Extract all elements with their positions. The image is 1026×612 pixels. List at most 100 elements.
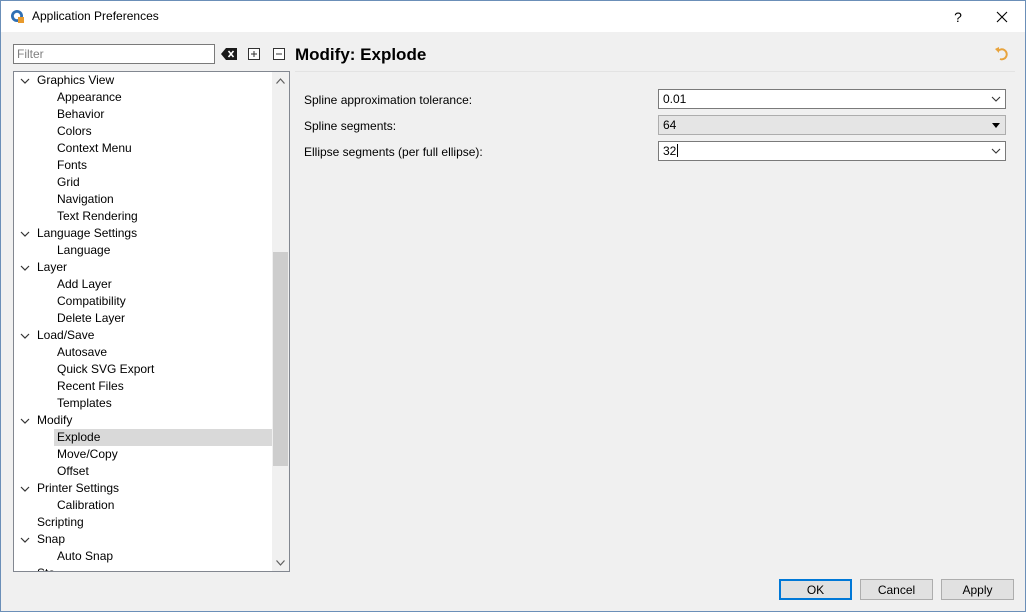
tree-category[interactable]: Modify xyxy=(14,412,273,429)
expand-chevron-icon[interactable] xyxy=(20,331,30,341)
scroll-up-button[interactable] xyxy=(272,72,289,89)
tree-item-label: Modify xyxy=(37,413,73,427)
reset-icon[interactable] xyxy=(994,46,1010,62)
tree-item-label: Delete Layer xyxy=(57,311,126,325)
expand-all-button[interactable] xyxy=(245,45,263,63)
window-title: Application Preferences xyxy=(32,9,159,23)
tree-item-label: Fonts xyxy=(57,158,88,172)
tree-item[interactable]: Text Rendering xyxy=(14,208,273,225)
spline-segments-label: Spline segments: xyxy=(304,119,397,133)
tree-item[interactable]: Templates xyxy=(14,395,273,412)
tree-item-label: Text Rendering xyxy=(57,209,138,223)
tree-item[interactable]: Appearance xyxy=(14,89,273,106)
tree-item[interactable]: Quick SVG Export xyxy=(14,361,273,378)
tree-item-label: Calibration xyxy=(57,498,115,512)
tree-item[interactable]: Move/Copy xyxy=(14,446,273,463)
tree-item[interactable]: Offset xyxy=(14,463,273,480)
spline-tolerance-value: 0.01 xyxy=(663,92,687,106)
clear-filter-icon xyxy=(221,48,237,60)
tree-item-label: Recent Files xyxy=(57,379,124,393)
preferences-window: Application Preferences ? Graphics View A… xyxy=(0,0,1026,612)
tree-item[interactable]: Explode xyxy=(14,429,273,446)
tree-category[interactable]: Scripting xyxy=(14,514,273,531)
title-bar: Application Preferences ? xyxy=(1,1,1025,32)
tree-category[interactable]: Sta xyxy=(14,565,273,571)
tree-item-label: Explode xyxy=(57,430,101,444)
cancel-button[interactable]: Cancel xyxy=(860,579,933,600)
tree-item[interactable]: Behavior xyxy=(14,106,273,123)
close-icon xyxy=(996,11,1008,22)
expand-chevron-icon[interactable] xyxy=(20,484,30,494)
help-button[interactable]: ? xyxy=(935,1,981,32)
tree-item[interactable]: Fonts xyxy=(14,157,273,174)
scroll-down-button[interactable] xyxy=(272,554,289,571)
tree-item-label: Navigation xyxy=(57,192,114,206)
title-separator xyxy=(295,71,1015,72)
tree-item[interactable]: Delete Layer xyxy=(14,310,273,327)
tree-item[interactable]: Add Layer xyxy=(14,276,273,293)
apply-button[interactable]: Apply xyxy=(941,579,1014,600)
clear-filter-button[interactable] xyxy=(220,45,238,63)
tree-item-label: Templates xyxy=(57,396,112,410)
expand-all-icon xyxy=(248,48,260,60)
spline-segments-combo[interactable]: 64 xyxy=(658,115,1006,135)
ellipse-segments-value: 32 xyxy=(663,144,677,158)
expand-chevron-icon[interactable] xyxy=(20,535,30,545)
tree-item-label: Colors xyxy=(57,124,92,138)
chevron-up-icon xyxy=(276,77,285,84)
ellipse-segments-label: Ellipse segments (per full ellipse): xyxy=(304,145,483,159)
tree-item-label: Language xyxy=(57,243,111,257)
ok-button[interactable]: OK xyxy=(779,579,852,600)
chevron-down-icon xyxy=(991,96,1001,102)
tree-item-label: Sta xyxy=(37,565,55,571)
tree-item[interactable]: Grid xyxy=(14,174,273,191)
tree-item-label: Appearance xyxy=(57,90,122,104)
preferences-tree[interactable]: Graphics View Appearance Behavior Colors Con… xyxy=(13,71,290,572)
expand-chevron-icon[interactable] xyxy=(20,416,30,426)
tree-item-label: Load/Save xyxy=(37,328,95,342)
app-logo-icon xyxy=(11,10,24,23)
tree-item-label: Move/Copy xyxy=(57,447,118,461)
tree-item[interactable]: Context Menu xyxy=(14,140,273,157)
expand-chevron-icon[interactable] xyxy=(20,263,30,273)
tree-item-label: Compatibility xyxy=(57,294,126,308)
tree-category[interactable]: Language Settings xyxy=(14,225,273,242)
tree-item[interactable]: Recent Files xyxy=(14,378,273,395)
tree-item-label: Context Menu xyxy=(57,141,132,155)
chevron-down-icon xyxy=(991,148,1001,154)
expand-chevron-icon[interactable] xyxy=(20,229,30,239)
tree-category[interactable]: Layer xyxy=(14,259,273,276)
tree-scrollbar[interactable] xyxy=(272,72,289,571)
scroll-thumb[interactable] xyxy=(273,252,288,466)
collapse-all-button[interactable] xyxy=(270,45,288,63)
tree-item-label: Layer xyxy=(37,260,68,274)
text-caret xyxy=(677,144,679,157)
spline-tolerance-combo[interactable]: 0.01 xyxy=(658,89,1006,109)
collapse-all-icon xyxy=(273,48,285,60)
tree-item-label: Graphics View xyxy=(37,73,115,87)
tree-item-label: Add Layer xyxy=(57,277,112,291)
tree-item-label: Behavior xyxy=(57,107,105,121)
chevron-down-icon xyxy=(276,559,285,566)
tree-item[interactable]: Auto Snap xyxy=(14,548,273,565)
tree-item-label: Scripting xyxy=(37,515,84,529)
tree-item[interactable]: Autosave xyxy=(14,344,273,361)
tree-item[interactable]: Colors xyxy=(14,123,273,140)
ellipse-segments-combo[interactable]: 32 xyxy=(658,141,1006,161)
tree-category[interactable]: Load/Save xyxy=(14,327,273,344)
tree-category[interactable]: Snap xyxy=(14,531,273,548)
tree-item-label: Quick SVG Export xyxy=(57,362,155,376)
tree-item[interactable]: Navigation xyxy=(14,191,273,208)
dropdown-arrow-icon xyxy=(992,123,1000,128)
filter-input[interactable] xyxy=(13,44,215,64)
spline-tolerance-label: Spline approximation tolerance: xyxy=(304,93,473,107)
tree-item[interactable]: Compatibility xyxy=(14,293,273,310)
tree-item-label: Snap xyxy=(37,532,66,546)
tree-category[interactable]: Graphics View xyxy=(14,72,273,89)
tree-item-label: Offset xyxy=(57,464,89,478)
close-button[interactable] xyxy=(979,1,1025,32)
tree-item[interactable]: Calibration xyxy=(14,497,273,514)
tree-category[interactable]: Printer Settings xyxy=(14,480,273,497)
expand-chevron-icon[interactable] xyxy=(20,76,30,86)
tree-item[interactable]: Language xyxy=(14,242,273,259)
